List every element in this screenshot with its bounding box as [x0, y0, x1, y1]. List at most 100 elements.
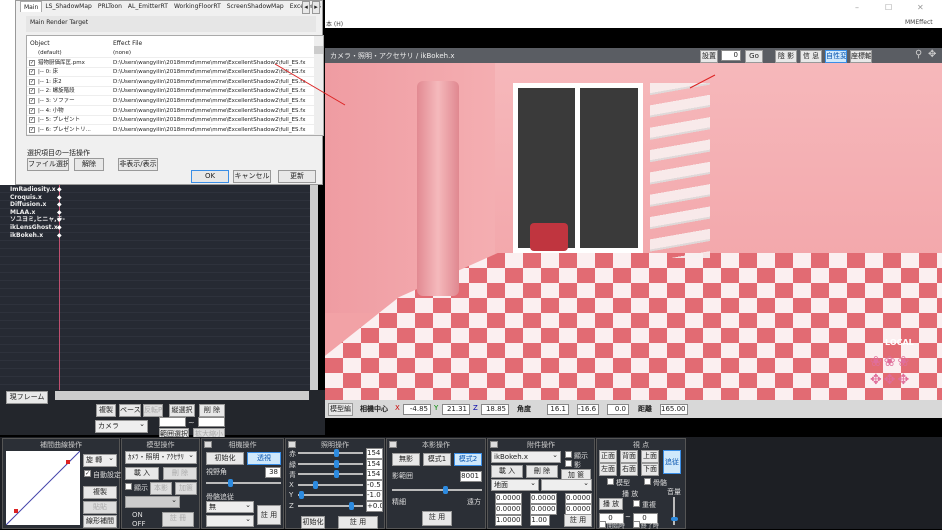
reverse-paste-button[interactable]: 反転P [143, 404, 163, 417]
acc-delete-button[interactable]: 刪 除 [526, 465, 558, 478]
stop-checkbox[interactable] [633, 521, 640, 528]
center-x-input[interactable]: -4.85 [403, 404, 431, 415]
left-button[interactable]: 左面 [599, 463, 617, 476]
vertical-select-button[interactable]: 縦選択 [169, 404, 195, 417]
light-value[interactable]: 154 [366, 458, 383, 470]
timeline-item[interactable]: Diffusion.x [10, 201, 46, 208]
acc-rx-input[interactable]: 0.0000 [495, 504, 522, 515]
model-edit-button[interactable]: 模型編 [328, 403, 353, 416]
auto-checkbox[interactable]: ✓ [84, 470, 91, 477]
light-value[interactable]: -0.5 [366, 479, 383, 491]
shadow-register-button[interactable]: 註 用 [422, 511, 452, 526]
timeline-item[interactable]: ikBokeh.x [10, 232, 43, 239]
accessory-select[interactable]: ikBokeh.x [491, 451, 561, 463]
bone-checkbox[interactable] [644, 478, 651, 485]
distance-input[interactable]: 165.00 [660, 404, 688, 415]
body-button[interactable]: 本影 [150, 482, 172, 495]
acc-load-button[interactable]: 載 入 [491, 465, 523, 478]
right-button[interactable]: 右面 [620, 463, 638, 476]
follow-bone-select[interactable] [206, 515, 254, 527]
target-select[interactable]: カメラ [95, 420, 148, 433]
camera-register-button[interactable]: 註 用 [257, 505, 281, 525]
no-shadow-button[interactable]: 無影 [392, 453, 420, 466]
angle-z-input[interactable]: 0.0 [607, 404, 629, 415]
light-slider[interactable] [298, 470, 363, 478]
acc-x-input[interactable]: 0.0000 [495, 493, 522, 504]
acc-register-button[interactable]: 註 用 [564, 514, 592, 527]
angle-x-input[interactable]: 16.1 [547, 404, 569, 415]
front-button[interactable]: 正面 [599, 450, 617, 463]
on-radio[interactable]: ON [132, 511, 143, 519]
model-delete-button[interactable]: 刪 除 [163, 467, 197, 480]
acc-shadow-checkbox[interactable] [565, 460, 572, 467]
interp-copy-button[interactable]: 複製 [83, 486, 117, 499]
range-slider[interactable] [392, 486, 482, 494]
fov-input[interactable]: 38 [265, 467, 281, 478]
model-register-button[interactable]: 註 冊 [162, 512, 194, 527]
light-register-button[interactable]: 註 用 [338, 516, 378, 529]
add-button[interactable]: 加篋 [175, 482, 197, 495]
keyframe-icon[interactable]: ◆ [57, 232, 62, 239]
rotate-gizmo-icon[interactable]: ❀❀❀ ✥✥✥ [870, 353, 911, 389]
parent-select[interactable]: 地面 [491, 479, 539, 491]
linear-button[interactable]: 線形補間 [83, 515, 117, 528]
timeline-scrollbar[interactable] [310, 185, 318, 390]
back-button[interactable]: 背面 [620, 450, 638, 463]
track-button[interactable]: 追従 [663, 450, 681, 474]
mode1-button[interactable]: 模式1 [423, 453, 451, 466]
timeline-item[interactable]: ikLensGhost.x [10, 224, 58, 231]
acc-tr-input[interactable]: 1.00 [530, 515, 550, 526]
angle-y-input[interactable]: -16.6 [577, 404, 599, 415]
interpolation-curve[interactable] [6, 451, 80, 525]
copy-button[interactable]: 複製 [96, 404, 116, 417]
timeline-item[interactable]: MLAA.x [10, 209, 35, 216]
fov-slider[interactable] [206, 479, 281, 487]
bottom-button[interactable]: 下面 [641, 463, 659, 476]
camera-init-button[interactable]: 初始化 [206, 452, 244, 465]
light-init-button[interactable]: 初始化 [301, 516, 325, 529]
acc-y-input[interactable]: 0.0000 [530, 493, 557, 504]
center-y-input[interactable]: 21.31 [442, 404, 470, 415]
center-z-input[interactable]: 18.85 [481, 404, 509, 415]
acc-display-checkbox[interactable] [565, 451, 572, 458]
keyframe-icon[interactable]: ◆ [57, 209, 62, 216]
range-to-input[interactable] [198, 417, 225, 427]
range-input[interactable]: 8001 [460, 471, 482, 482]
light-slider[interactable] [298, 501, 363, 510]
light-value[interactable]: 154 [366, 448, 383, 459]
mode2-button[interactable]: 模式2 [454, 453, 482, 466]
keyframe-icon[interactable]: ◆ [57, 216, 62, 223]
model-select[interactable]: ｶﾒﾗ・照明・ｱｸｾｻﾘ [125, 451, 197, 464]
model-checkbox[interactable] [607, 478, 614, 485]
light-slider[interactable] [298, 480, 363, 489]
delete-button[interactable]: 削 除 [199, 404, 225, 417]
acc-z-input[interactable]: 0.0000 [565, 493, 592, 504]
rotation-select[interactable]: 旋 轉 [83, 454, 117, 467]
light-slider[interactable] [298, 491, 363, 499]
timeline[interactable]: ImRadiosity.x ◆ Croquis.x ◆ Diffusion.x ◆ MLAA… [0, 185, 318, 390]
display-checkbox[interactable] [125, 483, 132, 490]
repeat-checkbox[interactable] [633, 500, 640, 507]
parent-bone-select[interactable] [541, 479, 592, 491]
acc-si-input[interactable]: 1.0000 [495, 515, 522, 526]
start-checkbox[interactable] [599, 521, 606, 528]
current-frame-button[interactable]: 現フレーム [6, 391, 48, 404]
off-radio[interactable]: OFF [132, 520, 146, 528]
perspective-toggle[interactable]: 透視 [247, 452, 281, 465]
model-load-button[interactable]: 載 入 [125, 467, 159, 480]
interp-paste-button[interactable]: 貼貼 [83, 501, 117, 514]
bone-select[interactable] [125, 496, 180, 508]
light-value[interactable]: 154 [366, 469, 383, 480]
acc-ry-input[interactable]: 0.0000 [530, 504, 557, 515]
keyframe-icon[interactable]: ◆ [57, 224, 62, 231]
volume-slider[interactable] [671, 497, 678, 525]
range-from-input[interactable] [159, 417, 186, 427]
play-button[interactable]: 播 放 [599, 498, 623, 510]
light-value[interactable]: -1.0 [366, 490, 383, 501]
horizontal-scrollbar[interactable] [55, 391, 309, 400]
light-slider[interactable] [298, 449, 363, 457]
paste-button[interactable]: ペースト [119, 404, 141, 417]
top-button[interactable]: 上面 [641, 450, 659, 463]
light-slider[interactable] [298, 459, 363, 468]
follow-select[interactable]: 無 [206, 501, 254, 513]
